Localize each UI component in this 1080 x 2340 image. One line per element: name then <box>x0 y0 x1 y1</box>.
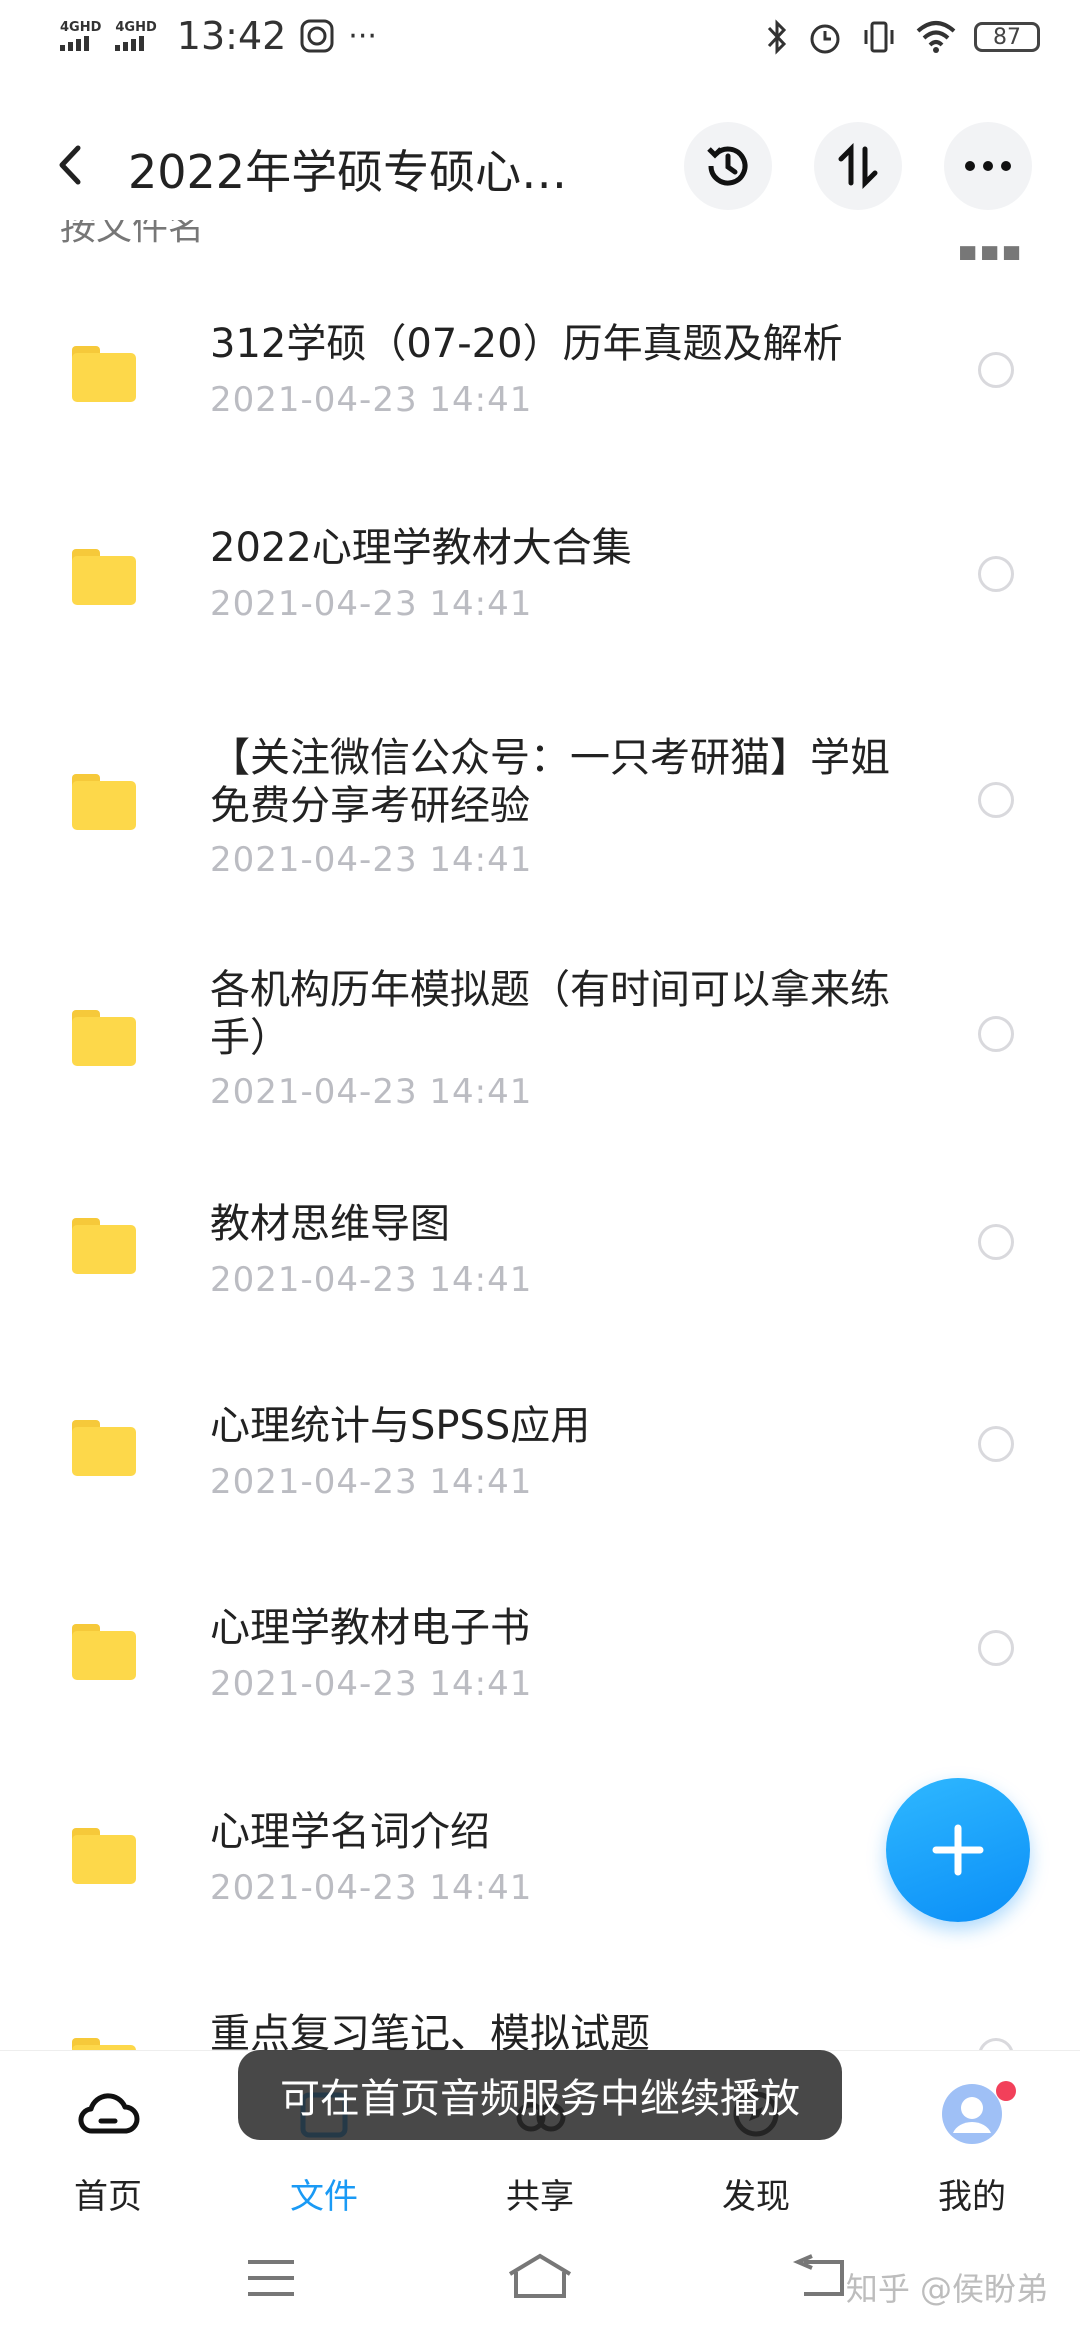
nav-home[interactable]: 首页 <box>28 2081 188 2221</box>
file-name: 2022心理学教材大合集 <box>210 525 632 571</box>
signal-bars-icon <box>115 35 156 51</box>
nav-label: 文件 <box>290 2177 358 2217</box>
file-name: 312学硕（07-20）历年真题及解析 <box>210 321 843 367</box>
folder-icon <box>72 1010 136 1066</box>
signal-2: 4GHD <box>115 20 157 51</box>
status-left: 4GHD 4GHD 13:42 ··· <box>60 14 377 58</box>
file-date: 2021-04-23 14:41 <box>210 1260 533 1300</box>
app-header: 2022年学硕专硕心… <box>0 110 1080 220</box>
file-date: 2021-04-23 14:41 <box>210 584 533 624</box>
clock: 13:42 <box>176 14 287 58</box>
folder-icon <box>72 1420 136 1476</box>
signal-1-label: 4GHD <box>60 20 102 35</box>
wifi-icon <box>916 21 956 53</box>
signal-1: 4GHD <box>60 21 101 51</box>
sort-icon <box>838 142 878 190</box>
alarm-icon <box>810 24 840 54</box>
file-name: 心理学名词介绍 <box>210 1809 490 1855</box>
more-dots-icon <box>965 161 1011 171</box>
nav-label: 首页 <box>74 2177 142 2217</box>
select-checkbox[interactable] <box>978 1630 1014 1666</box>
notification-dot <box>996 2081 1016 2101</box>
file-name: 重点复习笔记、模拟试题 <box>210 2011 650 2050</box>
select-checkbox[interactable] <box>978 782 1014 818</box>
file-date: 2021-04-23 14:41 <box>210 840 533 880</box>
folder-icon <box>72 2038 136 2050</box>
signal-bars-icon <box>60 35 101 51</box>
nav-label: 发现 <box>722 2177 790 2217</box>
home-icon[interactable] <box>504 2250 576 2302</box>
select-checkbox[interactable] <box>978 1016 1014 1052</box>
history-icon <box>707 146 748 186</box>
more-notifications: ··· <box>348 18 377 54</box>
sort-label: 按文件名 <box>60 220 205 248</box>
folder-icon <box>72 346 136 402</box>
list-item[interactable]: 心理学教材电子书 2021-04-23 14:41 <box>0 1542 1080 1746</box>
back-nav-icon[interactable] <box>790 2254 850 2302</box>
list-item[interactable]: 312学硕（07-20）历年真题及解析 2021-04-23 14:41 <box>0 290 1080 472</box>
file-date: 2021-04-23 14:41 <box>210 1072 533 1112</box>
nav-label: 我的 <box>938 2177 1006 2217</box>
watermark: 知乎 @侯盼弟 <box>845 2270 1048 2308</box>
status-right: 87 <box>764 18 1040 56</box>
file-date: 2021-04-23 14:41 <box>210 1868 533 1908</box>
system-nav-bar: 知乎 @侯盼弟 <box>0 2220 1080 2340</box>
battery-level: 87 <box>993 24 1021 50</box>
plus-icon <box>932 1824 984 1876</box>
list-item[interactable]: 各机构历年模拟题（有时间可以拿来练手） 2021-04-23 14:41 <box>0 908 1080 1134</box>
select-checkbox[interactable] <box>978 1224 1014 1260</box>
list-item[interactable]: 重点复习笔记、模拟试题 <box>0 1950 1080 2050</box>
folder-icon <box>72 1624 136 1680</box>
sort-row[interactable]: 按文件名 ■■■ <box>0 220 1080 260</box>
folder-icon <box>72 549 136 605</box>
file-list: 312学硕（07-20）历年真题及解析 2021-04-23 14:41 202… <box>0 290 1080 2050</box>
toast-message: 可在首页音频服务中继续播放 <box>238 2050 842 2140</box>
nav-label: 共享 <box>506 2177 574 2217</box>
list-item[interactable]: 【关注微信公众号：一只考研猫】学姐免费分享考研经验 2021-04-23 14:… <box>0 676 1080 908</box>
file-date: 2021-04-23 14:41 <box>210 1664 533 1704</box>
bluetooth-icon <box>767 19 787 55</box>
status-bar: 4GHD 4GHD 13:42 ··· 87 <box>0 0 1080 80</box>
select-checkbox[interactable] <box>978 556 1014 592</box>
grid-view-icon[interactable]: ■■■ <box>958 240 1024 260</box>
file-name: 各机构历年模拟题（有时间可以拿来练手） <box>210 967 890 1061</box>
nav-profile[interactable]: 我的 <box>892 2081 1052 2221</box>
add-button[interactable] <box>886 1778 1030 1922</box>
select-checkbox[interactable] <box>978 1426 1014 1462</box>
list-item[interactable]: 心理统计与SPSS应用 2021-04-23 14:41 <box>0 1338 1080 1542</box>
list-item[interactable]: 教材思维导图 2021-04-23 14:41 <box>0 1134 1080 1338</box>
sort-button[interactable] <box>814 122 902 210</box>
folder-icon <box>72 1218 136 1274</box>
back-arrow-icon[interactable] <box>46 140 96 190</box>
history-button[interactable] <box>684 122 772 210</box>
select-checkbox[interactable] <box>978 352 1014 388</box>
file-date: 2021-04-23 14:41 <box>210 1462 533 1502</box>
select-checkbox[interactable] <box>978 2038 1014 2050</box>
menu-icon[interactable] <box>244 2256 298 2300</box>
file-name: 【关注微信公众号：一只考研猫】学姐免费分享考研经验 <box>210 735 890 829</box>
file-date: 2021-04-23 14:41 <box>210 380 533 420</box>
battery-indicator: 87 <box>974 22 1040 52</box>
page-title: 2022年学硕专硕心… <box>128 145 568 199</box>
vibrate-icon <box>864 21 894 53</box>
signal-2-label: 4GHD <box>115 20 157 35</box>
file-name: 教材思维导图 <box>210 1201 450 1247</box>
file-name: 心理学教材电子书 <box>210 1605 530 1651</box>
cloud-icon <box>78 2093 140 2134</box>
folder-icon <box>72 774 136 830</box>
bank-app-icon <box>300 19 334 53</box>
file-name: 心理统计与SPSS应用 <box>210 1403 591 1449</box>
folder-icon <box>72 1828 136 1884</box>
more-button[interactable] <box>944 122 1032 210</box>
list-item[interactable]: 2022心理学教材大合集 2021-04-23 14:41 <box>0 472 1080 676</box>
